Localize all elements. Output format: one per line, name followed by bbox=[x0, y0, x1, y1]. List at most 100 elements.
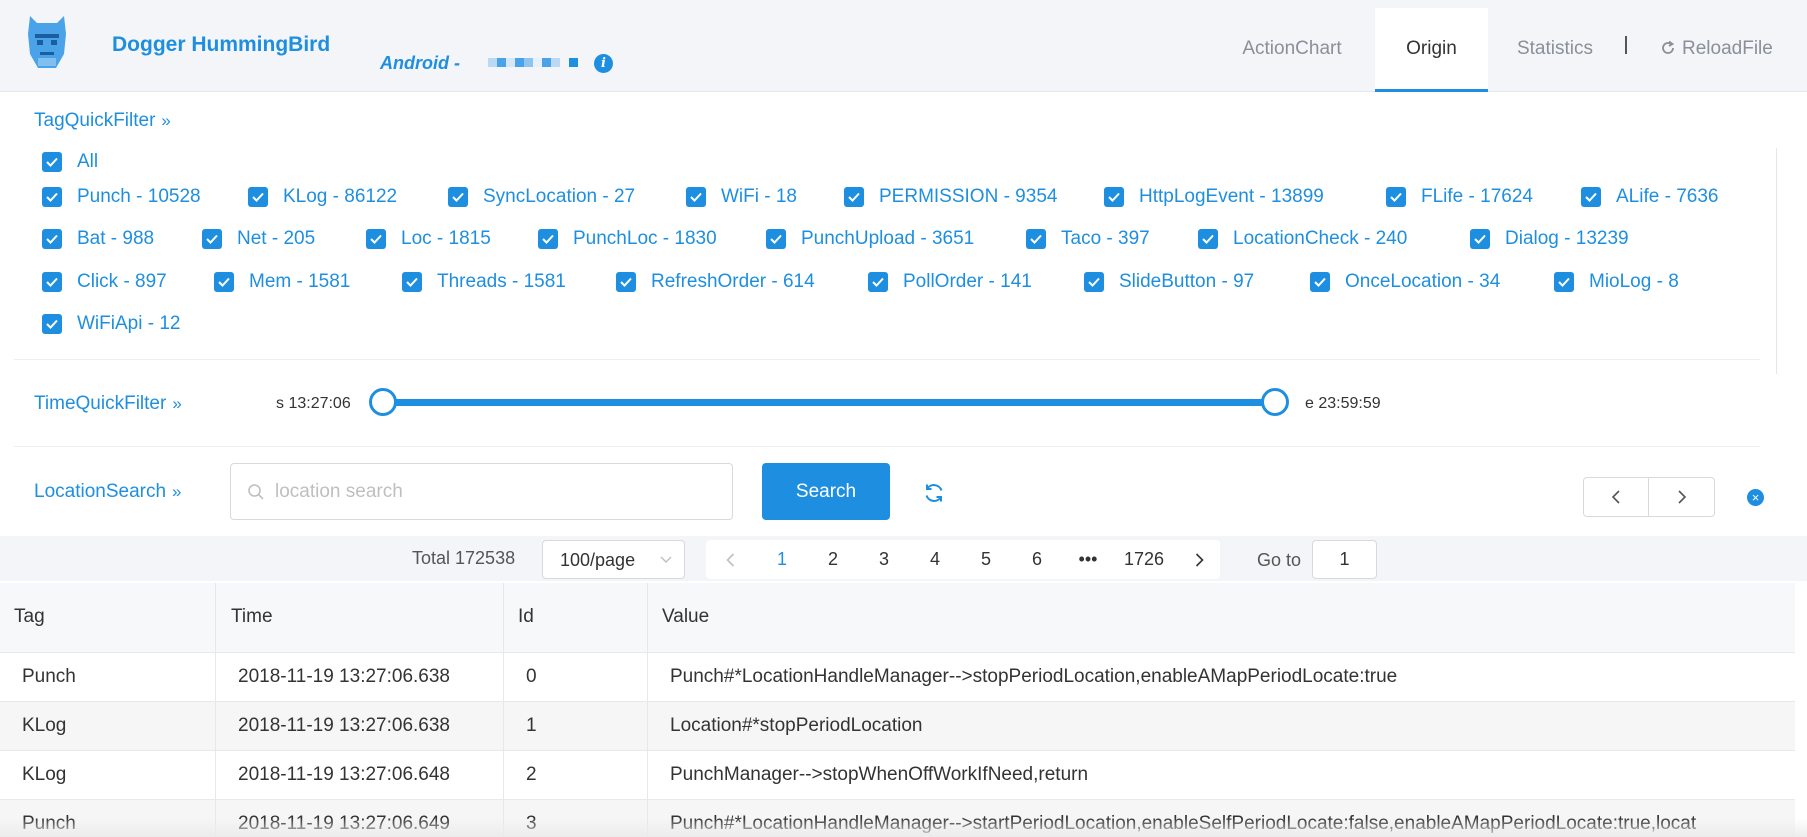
table-row[interactable]: KLog 2018-11-19 13:27:06.648 2 PunchManager… bbox=[0, 751, 1795, 800]
chevron-left-icon bbox=[1611, 490, 1620, 504]
column-header-id[interactable]: Id bbox=[504, 583, 648, 653]
page-3[interactable]: 3 bbox=[868, 540, 900, 579]
tab-actionchart[interactable]: ActionChart bbox=[1228, 0, 1356, 92]
tab-origin[interactable]: Origin bbox=[1375, 8, 1488, 92]
page-6[interactable]: 6 bbox=[1021, 540, 1053, 579]
time-range-track[interactable] bbox=[384, 399, 1276, 406]
checkbox[interactable] bbox=[1386, 187, 1406, 207]
location-search-input[interactable] bbox=[275, 464, 715, 519]
checkbox[interactable] bbox=[1026, 229, 1046, 249]
tag-checkbox[interactable]: Click - 897 bbox=[42, 270, 167, 294]
checkbox[interactable] bbox=[1310, 272, 1330, 292]
column-header-tag[interactable]: Tag bbox=[0, 583, 216, 653]
tag-checkbox[interactable]: Mem - 1581 bbox=[214, 270, 350, 294]
checkbox[interactable] bbox=[1084, 272, 1104, 292]
checkbox[interactable] bbox=[1470, 229, 1490, 249]
tag-checkbox[interactable]: LocationCheck - 240 bbox=[1198, 227, 1407, 251]
tag-checkbox[interactable]: WiFi - 18 bbox=[686, 185, 797, 209]
checkbox-label: Threads - 1581 bbox=[437, 271, 566, 292]
next-result-button[interactable] bbox=[1649, 478, 1714, 516]
tag-checkbox[interactable]: ALife - 7636 bbox=[1581, 185, 1718, 209]
page-ellipsis[interactable]: ••• bbox=[1072, 540, 1104, 579]
checkbox[interactable] bbox=[766, 229, 786, 249]
tag-checkbox[interactable]: PunchLoc - 1830 bbox=[538, 227, 717, 251]
tag-checkbox[interactable]: PunchUpload - 3651 bbox=[766, 227, 974, 251]
search-button[interactable]: Search bbox=[762, 463, 890, 520]
tag-checkbox[interactable]: KLog - 86122 bbox=[248, 185, 397, 209]
checkbox[interactable] bbox=[214, 272, 234, 292]
tag-checkbox[interactable]: Bat - 988 bbox=[42, 227, 154, 251]
tag-list-scrollbar[interactable] bbox=[1776, 148, 1784, 374]
total-count: Total 172538 bbox=[412, 548, 516, 568]
tag-quick-filter-title[interactable]: TagQuickFilter » bbox=[34, 110, 171, 132]
checkbox[interactable] bbox=[868, 272, 888, 292]
checkmark-icon bbox=[1314, 277, 1326, 287]
tag-checkbox[interactable]: PERMISSION - 9354 bbox=[844, 185, 1057, 209]
checkbox[interactable] bbox=[1554, 272, 1574, 292]
checkbox[interactable] bbox=[202, 229, 222, 249]
checkmark-icon bbox=[406, 277, 418, 287]
tag-checkbox[interactable]: Net - 205 bbox=[202, 227, 315, 251]
checkmark-icon bbox=[206, 234, 218, 244]
tag-checkbox[interactable]: SlideButton - 97 bbox=[1084, 270, 1254, 294]
checkbox[interactable] bbox=[42, 229, 62, 249]
page-2[interactable]: 2 bbox=[817, 540, 849, 579]
checkbox[interactable] bbox=[42, 314, 62, 334]
next-page-button[interactable] bbox=[1187, 540, 1211, 579]
checkbox-label: PunchLoc - 1830 bbox=[573, 228, 717, 249]
tag-checkbox[interactable]: SyncLocation - 27 bbox=[448, 185, 635, 209]
checkmark-icon bbox=[1474, 234, 1486, 244]
reload-file-button[interactable]: ReloadFile bbox=[1660, 0, 1773, 92]
page-1[interactable]: 1 bbox=[766, 540, 798, 579]
location-search-title[interactable]: LocationSearch » bbox=[34, 481, 182, 503]
tag-checkbox[interactable]: MioLog - 8 bbox=[1554, 270, 1679, 294]
tag-checkbox[interactable]: Punch - 10528 bbox=[42, 185, 201, 209]
column-header-value[interactable]: Value bbox=[648, 583, 1795, 653]
page-size-select[interactable]: 100/page bbox=[542, 540, 685, 579]
tag-checkbox[interactable]: Loc - 1815 bbox=[366, 227, 491, 251]
tab-statistics[interactable]: Statistics bbox=[1505, 0, 1605, 92]
checkbox[interactable] bbox=[616, 272, 636, 292]
checkbox[interactable] bbox=[366, 229, 386, 249]
checkbox[interactable] bbox=[844, 187, 864, 207]
checkbox-label: SlideButton - 97 bbox=[1119, 271, 1255, 292]
device-label: Android - bbox=[380, 53, 460, 73]
column-header-time[interactable]: Time bbox=[216, 583, 504, 653]
checkbox[interactable] bbox=[686, 187, 706, 207]
checkbox[interactable] bbox=[42, 187, 62, 207]
checkbox[interactable] bbox=[42, 272, 62, 292]
page-5[interactable]: 5 bbox=[970, 540, 1002, 579]
page-4[interactable]: 4 bbox=[919, 540, 951, 579]
tag-checkbox[interactable]: WiFiApi - 12 bbox=[42, 312, 180, 336]
clear-search-icon[interactable]: × bbox=[1747, 489, 1764, 506]
tag-checkbox[interactable]: OnceLocation - 34 bbox=[1310, 270, 1500, 294]
table-row[interactable]: Punch 2018-11-19 13:27:06.638 0 Punch#*Loca… bbox=[0, 653, 1795, 702]
tag-checkbox[interactable]: FLife - 17624 bbox=[1386, 185, 1533, 209]
checkbox[interactable] bbox=[1104, 187, 1124, 207]
checkbox[interactable] bbox=[248, 187, 268, 207]
time-end-handle[interactable] bbox=[1261, 388, 1289, 416]
checkbox[interactable] bbox=[42, 152, 62, 172]
time-start-handle[interactable] bbox=[369, 388, 397, 416]
page-last[interactable]: 1726 bbox=[1114, 540, 1174, 579]
time-quick-filter-title[interactable]: TimeQuickFilter » bbox=[34, 393, 182, 415]
checkbox[interactable] bbox=[402, 272, 422, 292]
refresh-icon[interactable] bbox=[922, 481, 946, 505]
checkbox[interactable] bbox=[1581, 187, 1601, 207]
tag-checkbox[interactable]: RefreshOrder - 614 bbox=[616, 270, 815, 294]
table-row[interactable]: KLog 2018-11-19 13:27:06.638 1 Location#*st… bbox=[0, 702, 1795, 751]
tag-checkbox-all[interactable]: All bbox=[42, 150, 98, 174]
checkmark-icon bbox=[46, 157, 58, 167]
checkbox[interactable] bbox=[1198, 229, 1218, 249]
tag-checkbox[interactable]: Threads - 1581 bbox=[402, 270, 566, 294]
tag-checkbox[interactable]: HttpLogEvent - 13899 bbox=[1104, 185, 1324, 209]
prev-page-button[interactable] bbox=[718, 540, 742, 579]
tag-checkbox[interactable]: Dialog - 13239 bbox=[1470, 227, 1629, 251]
checkbox[interactable] bbox=[448, 187, 468, 207]
goto-page-input[interactable]: 1 bbox=[1312, 540, 1377, 579]
tag-checkbox[interactable]: PollOrder - 141 bbox=[868, 270, 1032, 294]
checkbox[interactable] bbox=[538, 229, 558, 249]
info-icon[interactable]: i bbox=[594, 54, 613, 73]
prev-result-button[interactable] bbox=[1584, 478, 1649, 516]
tag-checkbox[interactable]: Taco - 397 bbox=[1026, 227, 1150, 251]
